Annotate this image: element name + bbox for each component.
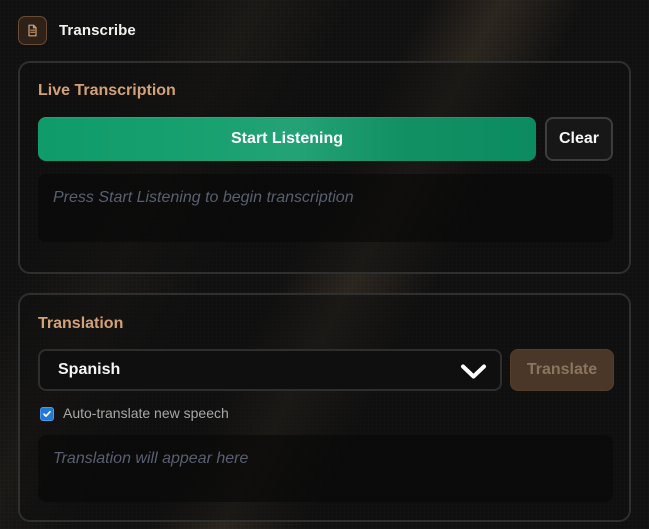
translation-title: Translation [38, 315, 124, 332]
clear-button[interactable]: Clear [545, 117, 613, 161]
live-transcription-title: Live Transcription [38, 82, 176, 99]
auto-translate-label: Auto-translate new speech [63, 405, 229, 421]
translation-placeholder: Translation will appear here [53, 450, 249, 467]
transcription-output: Press Start Listening to begin transcrip… [38, 174, 613, 242]
chevron-down-icon [459, 360, 488, 380]
document-icon [18, 16, 47, 45]
selected-language: Spanish [58, 361, 121, 378]
start-listening-button[interactable]: Start Listening [38, 117, 536, 161]
auto-translate-option[interactable]: Auto-translate new speech [40, 405, 229, 422]
live-transcription-panel: Live Transcription Start Listening Clear… [18, 61, 631, 274]
translation-panel: Translation Spanish Translate Auto-trans… [18, 293, 631, 522]
auto-translate-checkbox[interactable] [40, 407, 54, 421]
translate-button[interactable]: Translate [510, 349, 614, 391]
translation-output: Translation will appear here [38, 435, 613, 502]
transcription-placeholder: Press Start Listening to begin transcrip… [53, 189, 354, 206]
app-header: Transcribe [18, 16, 136, 45]
language-select[interactable]: Spanish [38, 349, 502, 391]
app-title: Transcribe [59, 22, 136, 39]
